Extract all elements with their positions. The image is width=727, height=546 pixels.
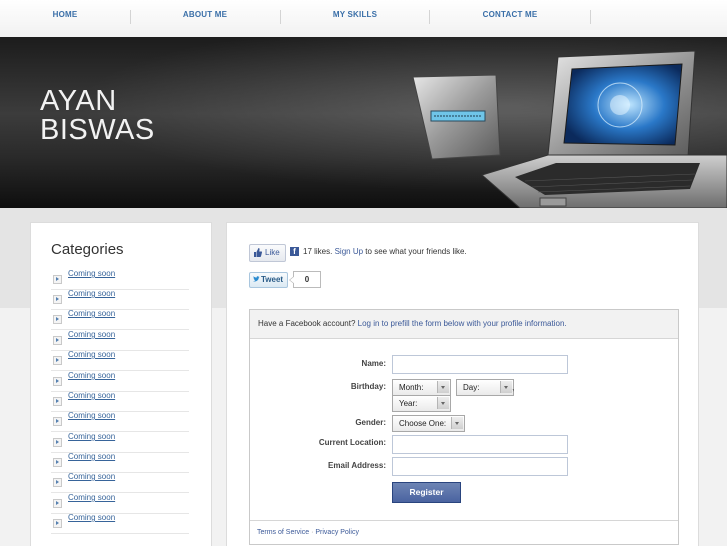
gender-label: Gender: [355,418,386,427]
like-count-text: 17 likes. Sign Up to see what your frien… [303,247,467,256]
categories-sidebar: Categories Coming soon Coming soon Comin… [30,222,212,546]
arrow-bullet-icon [53,417,62,426]
birthday-year-select[interactable]: Year: [392,395,451,412]
arrow-bullet-icon [53,438,62,447]
current-location-field[interactable] [392,435,568,454]
hero-banner: AYAN BISWAS [0,37,727,208]
chevron-down-icon [500,381,512,393]
category-item: Coming soon [51,371,189,392]
tweet-label: Tweet [261,275,284,284]
category-item: Coming soon [51,452,189,473]
arrow-bullet-icon [53,519,62,528]
email-field[interactable] [392,457,568,476]
registration-footer: Terms of Service · Privacy Policy [250,520,678,545]
category-link[interactable]: Coming soon [68,391,115,400]
tweet-count-bubble: 0 [289,271,321,288]
nav-divider [429,10,430,24]
name-label: Name: [361,359,386,368]
nav-divider [130,10,131,24]
category-item: Coming soon [51,411,189,432]
nav-divider [590,10,591,24]
category-item: Coming soon [51,493,189,514]
arrow-bullet-icon [53,275,62,284]
nav-my-skills[interactable]: MY SKILLS [300,0,410,24]
year-select-value: Year: [399,399,418,408]
top-navigation: HOME ABOUT ME MY SKILLS CONTACT ME [0,0,727,37]
chevron-down-icon [451,417,463,429]
arrow-bullet-icon [53,356,62,365]
day-select-value: Day: [463,383,480,392]
category-link[interactable]: Coming soon [68,472,115,481]
category-item: Coming soon [51,269,189,290]
facebook-login-link[interactable]: Log in to prefill the form below with yo… [358,319,567,328]
arrow-bullet-icon [53,478,62,487]
register-button[interactable]: Register [392,482,461,503]
facebook-icon: f [290,247,299,256]
category-item: Coming soon [51,350,189,371]
arrow-bullet-icon [53,336,62,345]
category-link[interactable]: Coming soon [68,493,115,502]
footer-separator: · [311,529,314,536]
registration-header-text: Have a Facebook account? [258,319,356,328]
current-location-label: Current Location: [318,438,386,447]
category-link[interactable]: Coming soon [68,330,115,339]
nav-home[interactable]: HOME [30,0,100,24]
twitter-bird-icon [253,276,260,282]
category-item: Coming soon [51,309,189,330]
category-link[interactable]: Coming soon [68,269,115,278]
arrow-bullet-icon [53,458,62,467]
birthday-day-select[interactable]: Day: [456,379,514,396]
tweet-button[interactable]: Tweet [249,272,288,288]
birthday-comma: , [512,382,515,392]
like-label: Like [265,248,280,257]
like-count: 17 likes. [303,247,333,256]
birthday-month-select[interactable]: Month: [392,379,451,396]
arrow-bullet-icon [53,295,62,304]
nav-contact-me[interactable]: CONTACT ME [450,0,570,24]
main-content-panel: Like f 17 likes. Sign Up to see what you… [226,222,699,546]
facebook-registration-form: Have a Facebook account? Log in to prefi… [249,309,679,545]
name-field[interactable] [392,355,568,374]
arrow-bullet-icon [53,499,62,508]
gender-select[interactable]: Choose One: [392,415,465,432]
category-link[interactable]: Coming soon [68,371,115,380]
terms-of-service-link[interactable]: Terms of Service [257,529,309,536]
arrow-bullet-icon [53,377,62,386]
category-link[interactable]: Coming soon [68,289,115,298]
like-suffix: to see what your friends like. [365,247,467,256]
category-item: Coming soon [51,330,189,351]
category-link[interactable]: Coming soon [68,350,115,359]
category-item: Coming soon [51,391,189,412]
sidebar-title: Categories [51,241,124,258]
category-link[interactable]: Coming soon [68,411,115,420]
email-label: Email Address: [328,461,386,470]
category-link[interactable]: Coming soon [68,432,115,441]
privacy-policy-link[interactable]: Privacy Policy [315,529,359,536]
nav-divider [280,10,281,24]
month-select-value: Month: [399,383,424,392]
signup-link[interactable]: Sign Up [335,247,363,256]
arrow-bullet-icon [53,397,62,406]
gender-select-value: Choose One: [399,419,447,428]
category-item: Coming soon [51,289,189,310]
registration-header: Have a Facebook account? Log in to prefi… [250,310,678,339]
chevron-down-icon [437,397,449,409]
birthday-label: Birthday: [350,382,386,391]
nav-about-me[interactable]: ABOUT ME [150,0,260,24]
thumbs-up-icon [254,248,262,257]
arrow-bullet-icon [53,315,62,324]
category-link[interactable]: Coming soon [68,513,115,522]
chevron-down-icon [437,381,449,393]
category-link[interactable]: Coming soon [68,309,115,318]
laptop-illustration [412,50,727,208]
category-link[interactable]: Coming soon [68,452,115,461]
category-item: Coming soon [51,432,189,453]
facebook-like-button[interactable]: Like [249,244,286,262]
category-item: Coming soon [51,513,189,534]
category-item: Coming soon [51,472,189,493]
